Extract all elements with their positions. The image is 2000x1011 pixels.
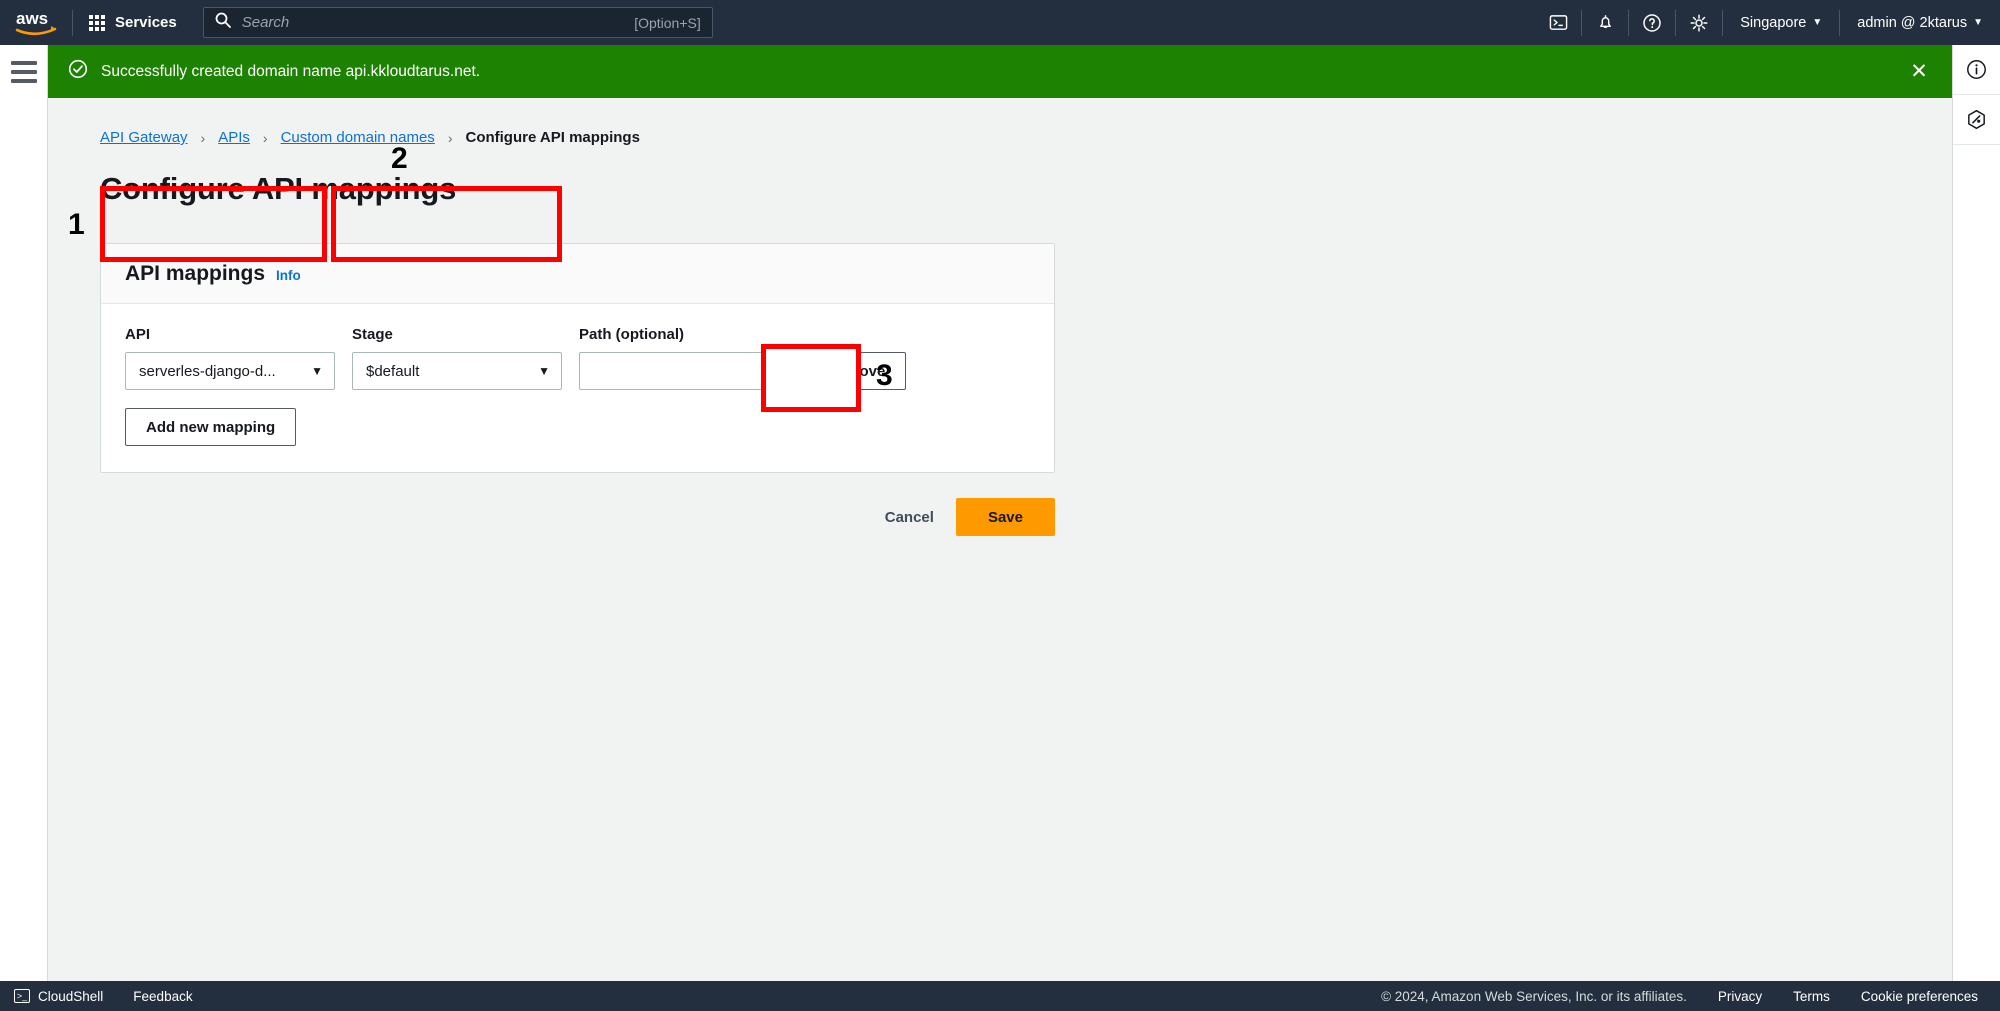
copyright-text: © 2024, Amazon Web Services, Inc. or its…: [1381, 988, 1687, 1004]
aws-console-page: aws Services Search [Option+S] Singapore…: [0, 0, 2000, 1011]
info-link[interactable]: Info: [276, 268, 301, 283]
api-field: API serverles-django-d... ▼: [125, 326, 335, 390]
settings-hex-icon[interactable]: [1952, 95, 2000, 145]
breadcrumb-separator: ›: [200, 129, 206, 146]
cloudshell-icon[interactable]: [1535, 0, 1581, 45]
services-label: Services: [115, 14, 177, 31]
search-placeholder-text: Search: [241, 14, 290, 31]
breadcrumb-item-apis[interactable]: APIs: [218, 129, 250, 146]
cloudshell-icon: >_: [14, 989, 30, 1003]
annotation-number-1: 1: [68, 208, 85, 241]
settings-icon[interactable]: [1676, 0, 1722, 45]
remove-mapping-button[interactable]: Remove: [806, 352, 907, 390]
breadcrumb-separator: ›: [262, 129, 268, 146]
services-menu-button[interactable]: Services: [73, 0, 193, 45]
chevron-down-icon: ▼: [1812, 17, 1823, 28]
save-button[interactable]: Save: [955, 498, 1055, 536]
card-body: API serverles-django-d... ▼ Stage $defau…: [101, 304, 1054, 472]
cancel-button[interactable]: Cancel: [863, 498, 956, 536]
breadcrumb-item-api-gateway[interactable]: API Gateway: [100, 129, 188, 146]
footer-right-group: © 2024, Amazon Web Services, Inc. or its…: [1381, 989, 1978, 1004]
breadcrumb-separator: ›: [447, 129, 453, 146]
stage-field-label: Stage: [352, 326, 393, 343]
top-navigation-bar: aws Services Search [Option+S] Singapore…: [0, 0, 2000, 45]
cloudshell-label: CloudShell: [38, 988, 104, 1004]
chevron-down-icon: ▼: [1973, 17, 1983, 28]
chevron-down-icon: ▼: [311, 364, 323, 378]
api-field-label: API: [125, 326, 151, 343]
api-select[interactable]: serverles-django-d... ▼: [125, 352, 335, 390]
grid-icon: [89, 14, 105, 31]
left-navigation-rail: [0, 45, 48, 981]
path-input[interactable]: [579, 352, 789, 390]
page-title: Configure API mappings: [100, 171, 457, 206]
card-title: API mappings: [125, 262, 266, 285]
top-nav-right-group: Singapore ▼ admin @ 2ktarus ▼: [1535, 0, 2000, 45]
close-icon[interactable]: ✕: [1904, 57, 1934, 87]
add-mapping-wrap: Add new mapping: [125, 408, 1030, 446]
stage-field: Stage $default ▼: [352, 326, 562, 390]
help-icon[interactable]: [1629, 0, 1675, 45]
path-field: Path (optional): [579, 326, 789, 390]
breadcrumb-item-current: Configure API mappings: [465, 129, 640, 146]
stage-select[interactable]: $default ▼: [352, 352, 562, 390]
cloudshell-button[interactable]: >_ CloudShell: [14, 989, 103, 1004]
check-circle-icon: [68, 59, 88, 84]
info-icon[interactable]: [1952, 45, 2000, 95]
search-shortcut-hint: [Option+S]: [634, 14, 701, 31]
api-mappings-card: API mappings Info API serverles-django-d…: [100, 243, 1055, 473]
cookie-preferences-link[interactable]: Cookie preferences: [1861, 989, 1978, 1004]
path-field-label: Path (optional): [579, 326, 684, 343]
region-selector[interactable]: Singapore ▼: [1723, 0, 1839, 45]
api-select-value: serverles-django-d...: [139, 362, 276, 380]
mapping-row: API serverles-django-d... ▼ Stage $defau…: [125, 326, 1030, 390]
right-utility-rail: [1952, 45, 2000, 981]
privacy-link[interactable]: Privacy: [1718, 989, 1762, 1004]
notification-message: Successfully created domain name api.kkl…: [101, 62, 481, 80]
region-label: Singapore: [1740, 14, 1807, 31]
account-label: admin @ 2ktarus: [1857, 14, 1968, 31]
body-region: Successfully created domain name api.kkl…: [0, 45, 2000, 981]
chevron-down-icon: ▼: [538, 364, 550, 378]
account-menu[interactable]: admin @ 2ktarus ▼: [1840, 0, 2000, 45]
main-content: API Gateway › APIs › Custom domain names…: [48, 98, 1952, 981]
notifications-icon[interactable]: [1582, 0, 1628, 45]
success-notification: Successfully created domain name api.kkl…: [48, 45, 1952, 98]
card-header: API mappings Info: [101, 244, 1054, 304]
content-region: Successfully created domain name api.kkl…: [48, 45, 1952, 981]
search-input[interactable]: Search [Option+S]: [202, 7, 713, 38]
footer-left-group: >_ CloudShell Feedback: [14, 989, 193, 1004]
feedback-link[interactable]: Feedback: [133, 989, 192, 1004]
search-icon: [215, 12, 231, 33]
aws-logo-icon[interactable]: aws: [0, 0, 72, 45]
breadcrumb-item-custom-domain-names[interactable]: Custom domain names: [281, 129, 435, 146]
stage-select-value: $default: [366, 362, 420, 380]
form-actions: Cancel Save: [100, 498, 1055, 536]
terms-link[interactable]: Terms: [1793, 989, 1830, 1004]
menu-toggle-icon[interactable]: [10, 61, 37, 83]
footer-bar: >_ CloudShell Feedback © 2024, Amazon We…: [0, 981, 2000, 1011]
svg-text:aws: aws: [16, 9, 48, 28]
add-new-mapping-button[interactable]: Add new mapping: [125, 408, 297, 446]
breadcrumb: API Gateway › APIs › Custom domain names…: [48, 98, 1952, 146]
